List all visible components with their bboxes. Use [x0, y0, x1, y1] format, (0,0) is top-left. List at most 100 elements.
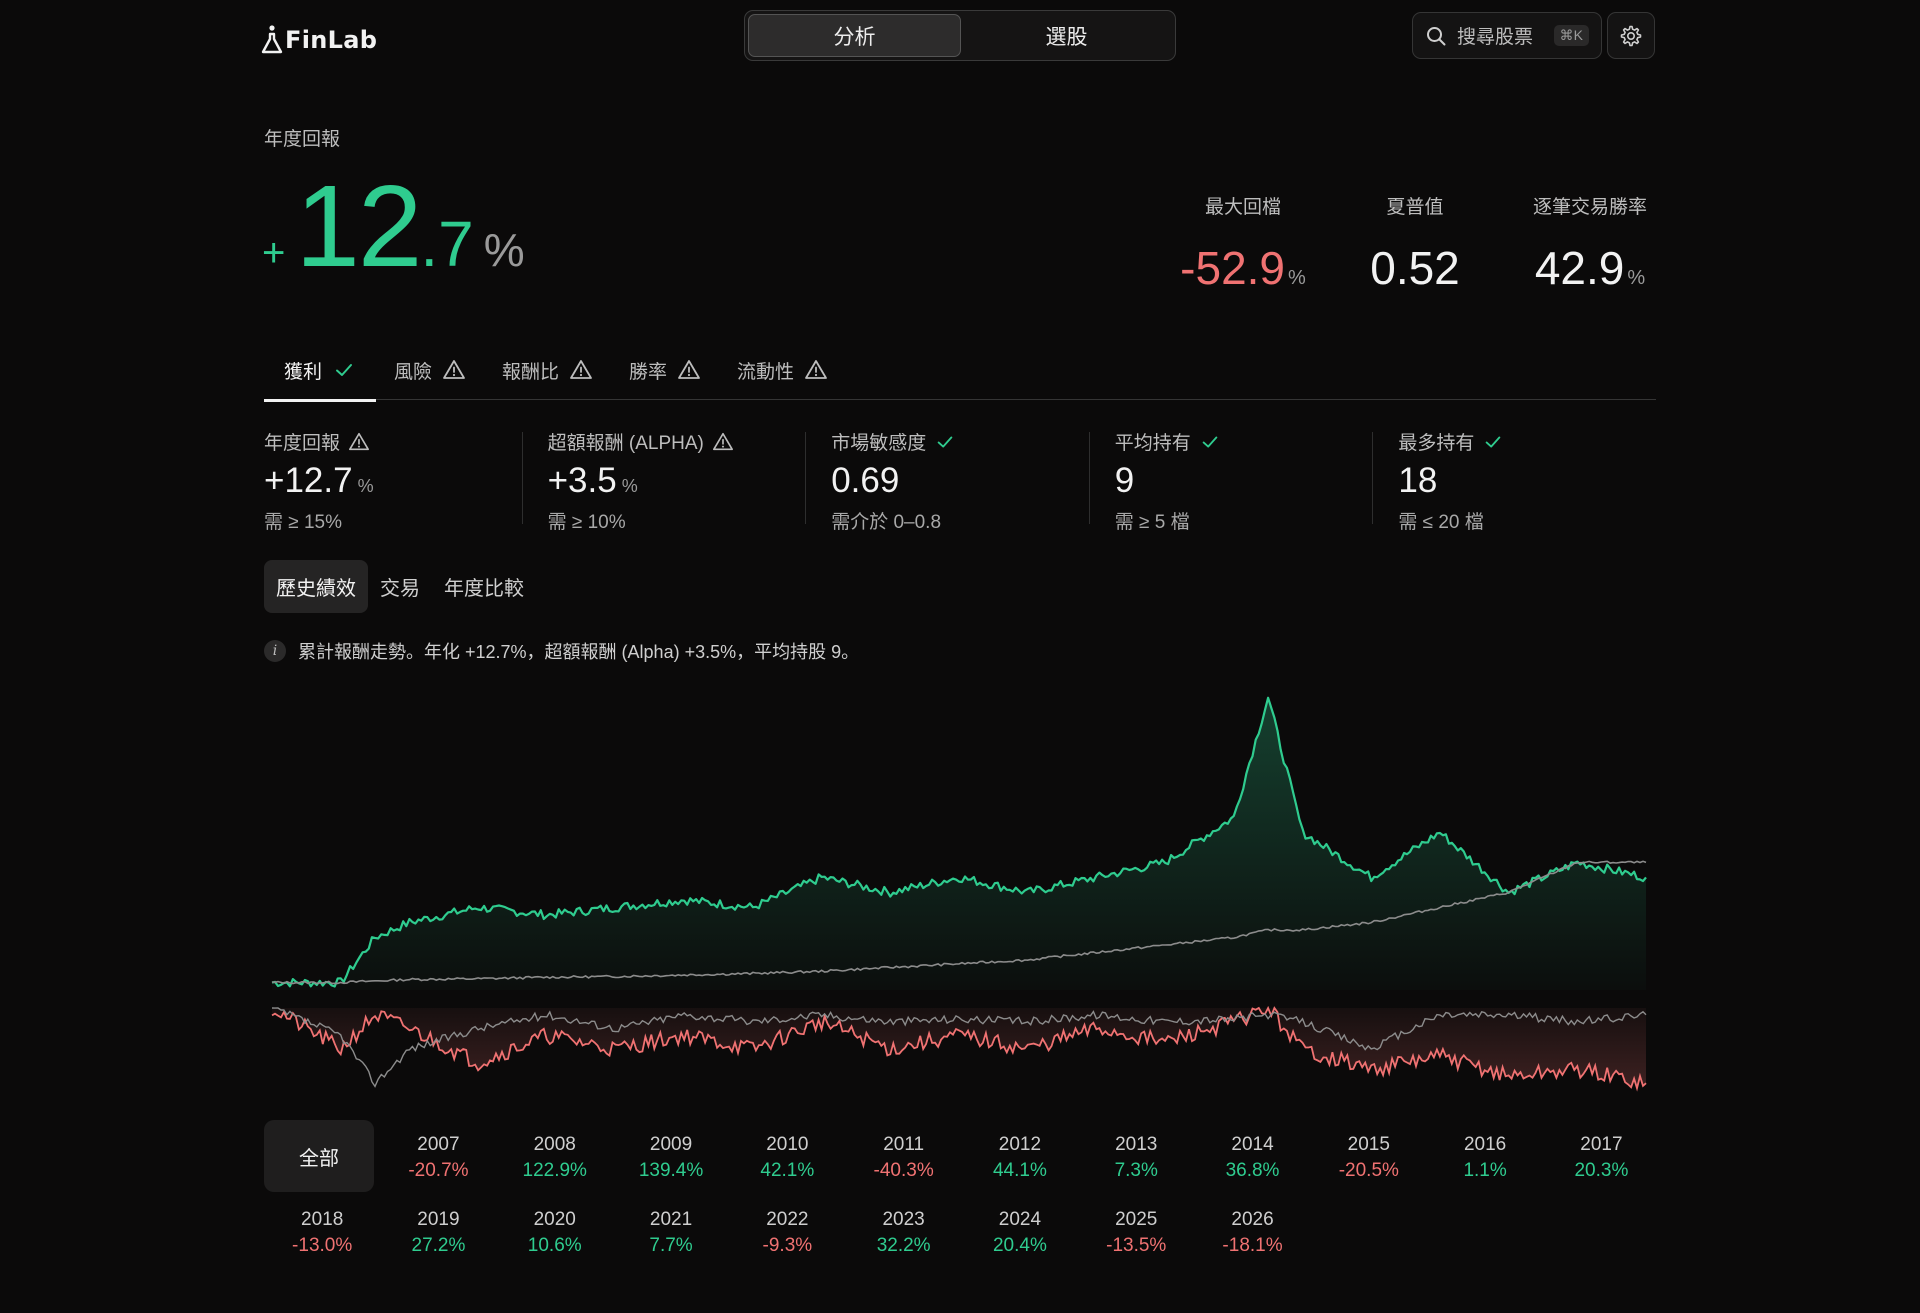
year-label: 2025 — [1115, 1208, 1158, 1230]
metric-label: 最多持有 — [1398, 433, 1475, 454]
year-button[interactable]: 2020 10.6% — [497, 1195, 613, 1270]
search-shortcut: ⌘K — [1553, 25, 1589, 46]
year-all-button[interactable]: 全部 — [264, 1120, 374, 1192]
metric-requirement: 需 ≤ 20 檔 — [1398, 512, 1484, 533]
metric-requirement: 需介於 0–0.8 — [831, 512, 942, 533]
kpi-value: 42.9 % — [1520, 241, 1660, 295]
year-return: 139.4% — [638, 1159, 704, 1181]
cumulative-return-chart[interactable] — [264, 690, 1656, 1100]
year-return: 42.1% — [760, 1159, 815, 1181]
metric-number: +3.5 — [547, 461, 617, 500]
year-return: -40.3% — [873, 1159, 934, 1181]
warning-icon — [712, 432, 733, 450]
metric-label-row: 年度回報 — [264, 428, 522, 455]
year-return: -13.5% — [1106, 1234, 1167, 1256]
kpi-label: 最大回檔 — [1204, 197, 1281, 218]
info-icon: i — [264, 640, 286, 662]
settings-button[interactable] — [1607, 12, 1655, 59]
metric-number: 9 — [1114, 461, 1135, 500]
check-icon — [1202, 436, 1218, 447]
criteria-tabs: 獲利 風險 報酬比 勝率 流動性 — [264, 340, 1656, 402]
warning-icon — [443, 360, 465, 379]
year-return: -9.3% — [762, 1234, 813, 1256]
year-button[interactable]: 2022 -9.3% — [729, 1195, 845, 1270]
kpi-number: 42.9 — [1534, 242, 1625, 294]
tab-win-rate[interactable]: 勝率 — [611, 340, 719, 400]
tab-trades[interactable]: 交易 — [368, 560, 432, 613]
year-label: 2012 — [998, 1133, 1042, 1155]
check-icon — [1486, 436, 1501, 447]
metric-number: +12.7 — [264, 461, 353, 500]
metric-requirement: 需 ≥ 10% — [547, 512, 626, 533]
year-return: 1.1% — [1463, 1159, 1507, 1181]
search-button[interactable]: 搜尋股票 ⌘K — [1412, 12, 1602, 59]
metric-number: 18 — [1398, 461, 1438, 500]
flask-logo-icon — [261, 25, 283, 54]
year-return: -18.1% — [1222, 1234, 1283, 1256]
year-button[interactable]: 2016 1.1% — [1427, 1120, 1543, 1195]
annual-return-value: + 12 .7 % — [262, 168, 525, 284]
year-button[interactable]: 2025 -13.5% — [1078, 1195, 1194, 1270]
year-return: -20.5% — [1338, 1159, 1399, 1181]
tab-history[interactable]: 歷史績效 — [264, 560, 368, 613]
year-label: 2019 — [417, 1208, 460, 1230]
year-button[interactable]: 2015 -20.5% — [1311, 1120, 1427, 1195]
year-return: 44.1% — [992, 1159, 1047, 1181]
kpi-number: -52.9 — [1180, 242, 1286, 294]
warning-icon — [349, 432, 370, 450]
search-icon — [1427, 26, 1446, 45]
year-button[interactable]: 2008 122.9% — [497, 1120, 613, 1195]
annual-return-sign: + — [262, 231, 286, 275]
year-label: 2014 — [1231, 1133, 1274, 1155]
year-button[interactable]: 2013 7.3% — [1078, 1120, 1194, 1195]
year-button[interactable]: 2014 36.8% — [1194, 1120, 1310, 1195]
metric-value: 9 — [1115, 461, 1373, 501]
annual-return-decimal: .7 — [420, 208, 474, 280]
tab-liquidity[interactable]: 流動性 — [719, 340, 846, 400]
tab-reward-ratio[interactable]: 報酬比 — [484, 340, 611, 400]
year-button[interactable]: 2024 20.4% — [962, 1195, 1078, 1270]
year-return: 122.9% — [522, 1159, 587, 1181]
tab-risk[interactable]: 風險 — [376, 340, 484, 400]
year-button[interactable]: 2018 -13.0% — [264, 1195, 380, 1270]
year-button[interactable]: 2021 7.7% — [613, 1195, 729, 1270]
year-label: 2016 — [1463, 1133, 1507, 1155]
year-button[interactable]: 2017 20.3% — [1543, 1120, 1659, 1195]
gear-icon — [1620, 25, 1642, 46]
metric-label: 市場敏感度 — [831, 433, 927, 454]
tab-profit[interactable]: 獲利 — [264, 340, 376, 402]
year-label: 2010 — [766, 1133, 809, 1155]
year-button[interactable]: 2026 -18.1% — [1194, 1195, 1310, 1270]
year-label: 2017 — [1580, 1133, 1623, 1155]
year-label: 2026 — [1231, 1208, 1274, 1230]
mode-analysis-button[interactable]: 分析 — [748, 14, 961, 57]
warning-icon — [570, 360, 592, 379]
metric-unit: % — [357, 476, 374, 496]
metric-label-row: 最多持有 — [1398, 428, 1656, 455]
year-return: 10.6% — [527, 1234, 582, 1256]
kpi-unit: % — [1288, 267, 1306, 289]
kpi-win-rate: 逐筆交易勝率 42.9 % — [1520, 192, 1660, 295]
year-selector: 全部 2007 -20.7% 2008 122.9% 2009 139.4% 2010 42.… — [264, 1120, 1656, 1270]
metric-requirement: 需 ≥ 5 檔 — [1114, 512, 1190, 533]
finlab-logo[interactable]: FinLab — [261, 20, 377, 60]
tab-yearly-compare[interactable]: 年度比較 — [432, 560, 536, 613]
year-button[interactable]: 2009 139.4% — [613, 1120, 729, 1195]
year-button[interactable]: 2010 42.1% — [729, 1120, 845, 1195]
metric-beta: 市場敏感度 0.69 需介於 0–0.8 — [805, 428, 1089, 533]
kpi-number: 0.52 — [1370, 242, 1460, 294]
search-label: 搜尋股票 — [1457, 27, 1534, 48]
kpi-unit: % — [1627, 267, 1646, 289]
year-button[interactable]: 2011 -40.3% — [845, 1120, 961, 1195]
year-button[interactable]: 2023 32.2% — [845, 1195, 961, 1270]
mode-screener-button[interactable]: 選股 — [961, 14, 1172, 57]
metric-value: 0.69 — [831, 461, 1089, 501]
year-button[interactable]: 2019 27.2% — [380, 1195, 496, 1270]
tab-label: 流動性 — [737, 361, 795, 383]
strategy-area — [272, 697, 1646, 990]
metric-value: 18 — [1398, 461, 1656, 501]
year-button[interactable]: 2012 44.1% — [962, 1120, 1078, 1195]
year-grid: 全部 2007 -20.7% 2008 122.9% 2009 139.4% 2010 42.… — [264, 1120, 1656, 1270]
year-button[interactable]: 2007 -20.7% — [380, 1120, 496, 1195]
year-label: 2018 — [301, 1208, 344, 1230]
